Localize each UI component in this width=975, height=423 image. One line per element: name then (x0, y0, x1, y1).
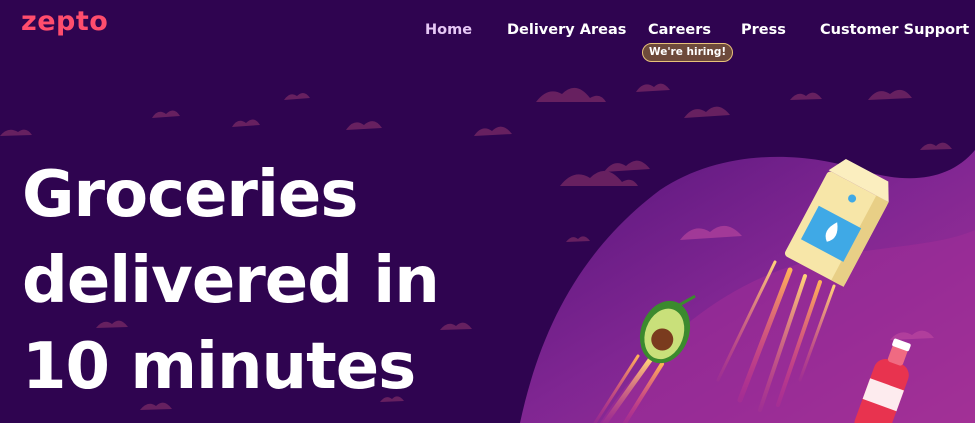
nav-item-press[interactable]: Press (741, 22, 786, 38)
hero-section: zepto Home Delivery Areas Careers Press … (0, 0, 975, 423)
hero-line-3: 10 minutes (22, 330, 416, 404)
hero-line-1: Groceries (22, 158, 358, 232)
hero-line-2: delivered in (22, 244, 440, 318)
main-nav: Home Delivery Areas Careers Press Custom… (0, 22, 975, 42)
nav-item-customer-support[interactable]: Customer Support (820, 22, 969, 38)
hiring-badge[interactable]: We're hiring! (642, 43, 734, 62)
hero-headline: Groceries delivered in 10 minutes (22, 152, 440, 410)
nav-item-home[interactable]: Home (425, 22, 472, 38)
nav-item-delivery-areas[interactable]: Delivery Areas (507, 22, 626, 38)
nav-item-careers[interactable]: Careers (648, 22, 711, 38)
